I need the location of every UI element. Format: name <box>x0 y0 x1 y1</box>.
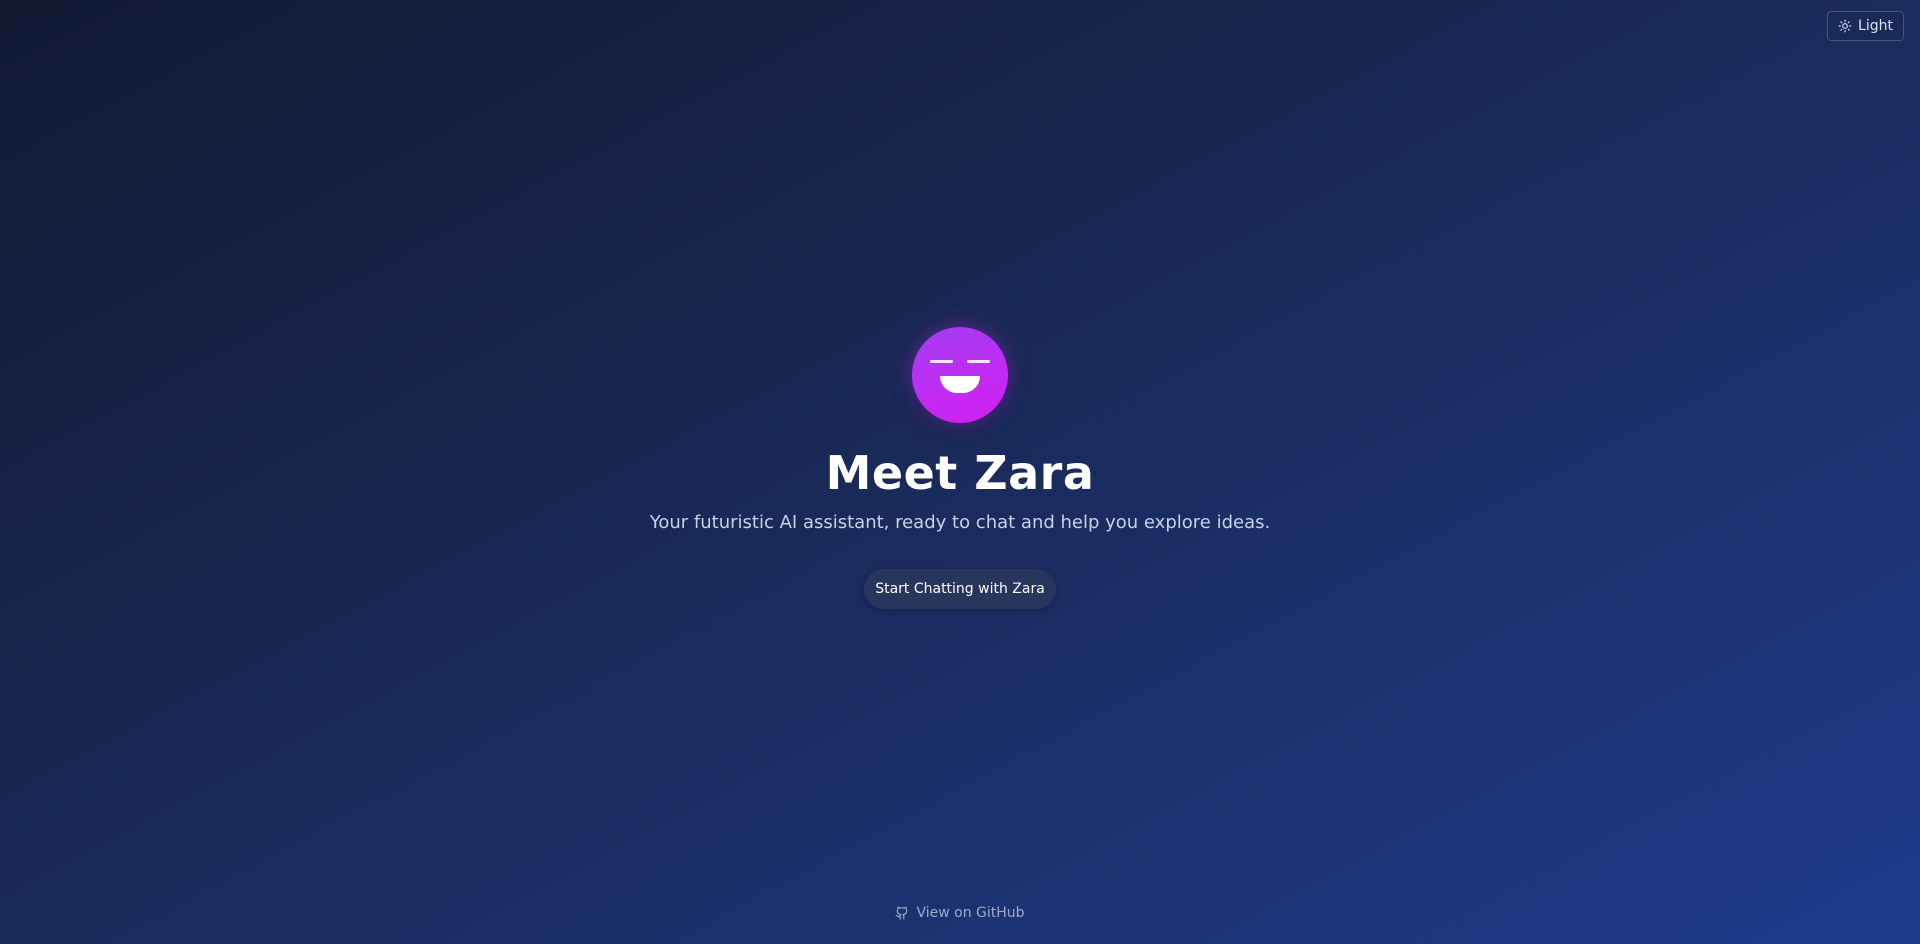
view-on-github-label: View on GitHub <box>916 905 1025 921</box>
github-icon <box>895 906 909 920</box>
avatar-right-eye <box>967 360 990 363</box>
smiling-face-icon <box>912 327 1008 423</box>
theme-toggle-button[interactable]: Light <box>1827 11 1904 41</box>
avatar-mouth <box>940 376 980 393</box>
start-chatting-button[interactable]: Start Chatting with Zara <box>864 569 1056 609</box>
avatar-left-eye <box>930 360 953 363</box>
hero-section: Meet Zara Your futuristic AI assistant, … <box>0 327 1920 609</box>
sun-icon <box>1838 19 1852 33</box>
view-on-github-link[interactable]: View on GitHub <box>0 905 1920 921</box>
page-subtitle: Your futuristic AI assistant, ready to c… <box>649 512 1271 533</box>
theme-toggle-label: Light <box>1858 18 1893 34</box>
page-title: Meet Zara <box>825 446 1095 500</box>
